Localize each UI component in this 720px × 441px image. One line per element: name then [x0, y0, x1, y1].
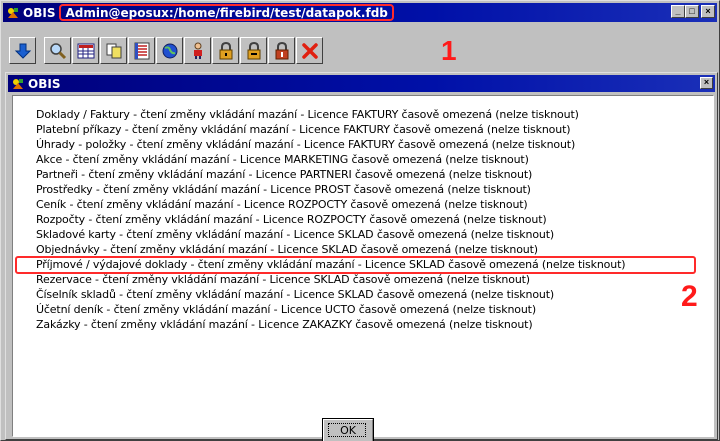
toolbar-lock-3-button[interactable] — [268, 37, 295, 64]
permission-line: Platební příkazy - čtení změny vkládání … — [36, 123, 571, 136]
permission-line: Objednávky - čtení změny vkládání mazání… — [36, 243, 538, 256]
down-arrow-icon — [14, 43, 31, 59]
permission-line: Zakázky - čtení změny vkládání mazání - … — [36, 318, 533, 331]
permission-line: Prostředky - čtení změny vkládání mazání… — [36, 183, 531, 196]
permission-line: Číselník skladů - čtení změny vkládání m… — [36, 288, 555, 301]
permission-line-highlighted: Příjmové / výdajové doklady - čtení změn… — [15, 256, 696, 274]
main-titlebar[interactable]: OBIS Admin@eposux:/home/firebird/test/da… — [3, 3, 717, 22]
permission-line: Úhrady - položky - čtení změny vkládání … — [36, 138, 576, 151]
annotation-marker-2: 2 — [681, 280, 698, 313]
connection-path: Admin@eposux:/home/firebird/test/datapok… — [59, 4, 394, 21]
permission-line: Rezervace - čtení změny vkládání mazání … — [36, 273, 530, 286]
toolbar-delete-button[interactable] — [296, 37, 323, 64]
toolbar-list-button[interactable] — [128, 37, 155, 64]
dialog-content: Doklady / Faktury - čtení změny vkládání… — [12, 95, 714, 441]
list-icon — [134, 42, 149, 59]
dialog-titlebar[interactable]: OBIS × — [8, 75, 715, 92]
toolbar-lock-1-button[interactable] — [212, 37, 239, 64]
permission-line: Účetní deník - čtení změny vkládání mazá… — [36, 303, 536, 316]
permission-line: Skladové karty - čtení změny vkládání ma… — [36, 228, 555, 241]
toolbar-search-button[interactable] — [44, 37, 71, 64]
ok-button-frame: OK — [322, 418, 374, 441]
toolbar-user-button[interactable] — [184, 37, 211, 64]
user-icon — [193, 42, 202, 59]
permission-list: Doklady / Faktury - čtení změny vkládání… — [15, 107, 714, 332]
maximize-button[interactable]: □ — [685, 5, 699, 18]
lock-1-icon — [219, 41, 232, 59]
permission-line: Ceník - čtení změny vkládání mazání - Li… — [36, 198, 528, 211]
toolbar-down-button[interactable] — [9, 37, 36, 64]
dialog-title: OBIS — [28, 76, 61, 91]
dialog-logo-icon — [11, 77, 25, 91]
permission-line: Rozpočty - čtení změny vkládání mazání -… — [36, 213, 547, 226]
ok-button[interactable]: OK — [323, 419, 373, 441]
toolbar-copy-button[interactable] — [100, 37, 127, 64]
grid-icon — [77, 43, 94, 58]
annotation-marker-1: 1 — [441, 35, 457, 66]
toolbar-grid-button[interactable] — [72, 37, 99, 64]
ok-button-label: OK — [340, 424, 356, 437]
permission-line: Akce - čtení změny vkládání mazání - Lic… — [36, 153, 529, 166]
toolbar-separator — [37, 37, 43, 65]
dialog-close-button[interactable]: × — [700, 77, 713, 89]
minimize-button[interactable]: _ — [671, 5, 685, 18]
globe-icon — [162, 43, 177, 58]
toolbar — [9, 37, 323, 65]
toolbar-lock-2-button[interactable] — [240, 37, 267, 64]
app-name: OBIS — [23, 5, 56, 20]
license-dialog: OBIS × Doklady / Faktury - čtení změny v… — [5, 72, 718, 441]
search-icon — [49, 42, 66, 59]
delete-icon — [301, 42, 318, 59]
permission-line: Doklady / Faktury - čtení změny vkládání… — [36, 108, 579, 121]
close-button[interactable]: × — [701, 5, 715, 18]
permission-line: Partneři - čtení změny vkládání mazání -… — [36, 168, 533, 181]
lock-3-icon — [275, 41, 288, 59]
copy-icon — [106, 43, 121, 58]
window-controls: _ □ × — [671, 5, 715, 18]
toolbar-globe-button[interactable] — [156, 37, 183, 64]
app-logo-icon — [6, 6, 20, 20]
lock-2-icon — [247, 41, 260, 59]
main-window: OBIS Admin@eposux:/home/firebird/test/da… — [0, 0, 720, 441]
